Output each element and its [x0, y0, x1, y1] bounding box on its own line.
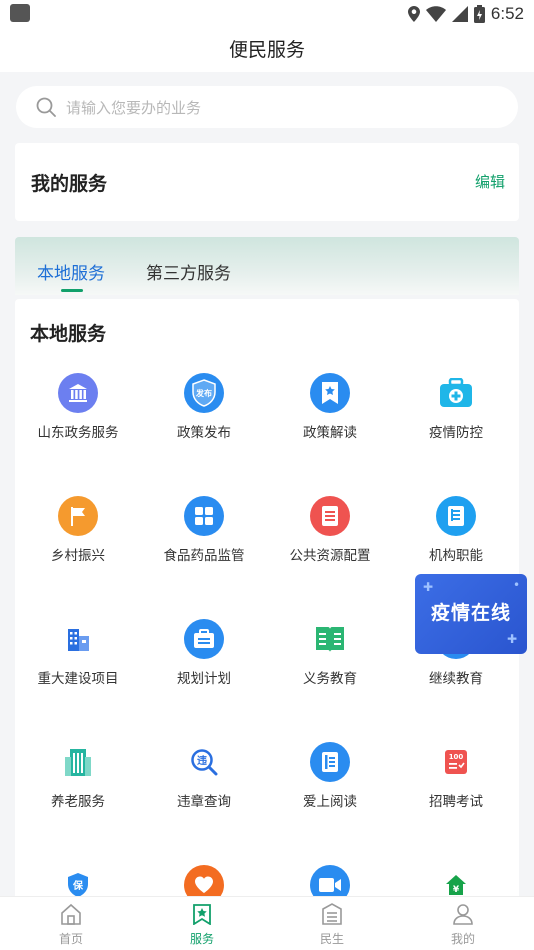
search-section: 请输入您要办的业务 — [0, 72, 534, 132]
briefcase-icon — [184, 619, 224, 659]
service-label: 招聘考试 — [429, 794, 483, 810]
status-bar: 6:52 — [0, 0, 534, 28]
government-building-icon — [58, 373, 98, 413]
service-item[interactable]: 政策解读 — [267, 373, 393, 473]
service-label: 机构职能 — [429, 548, 483, 564]
service-label: 继续教育 — [429, 671, 483, 687]
bottom-nav: 首页 服务 民生 我的 — [0, 896, 534, 950]
service-star-icon — [193, 904, 211, 926]
banner-text: 疫情在线 — [430, 602, 511, 624]
service-item[interactable]: 公共资源配置 — [267, 496, 393, 596]
service-item[interactable]: 违 违章查询 — [141, 742, 267, 842]
status-time: 6:52 — [490, 4, 524, 23]
policy-release-icon: 发布 — [184, 373, 224, 413]
exam-paper-icon: 100 — [436, 742, 476, 782]
service-label: 义务教育 — [303, 671, 357, 687]
flag-icon — [58, 496, 98, 536]
service-label: 食品药品监管 — [163, 548, 245, 564]
service-item[interactable]: 100 招聘考试 — [393, 742, 519, 842]
service-item[interactable]: 规划计划 — [141, 619, 267, 719]
svg-text:违: 违 — [197, 754, 207, 767]
nav-livelihood-label: 民生 — [319, 932, 344, 946]
active-tab-indicator — [61, 289, 83, 292]
service-label: 疫情防控 — [429, 425, 483, 441]
local-services-title: 本地服务 — [30, 323, 107, 345]
person-icon — [453, 904, 473, 925]
service-label: 政策发布 — [177, 425, 231, 441]
tab-third-party-services[interactable]: 第三方服务 — [146, 259, 231, 284]
service-item[interactable]: 乡村振兴 — [15, 496, 141, 596]
bookmark-star-icon — [310, 373, 350, 413]
service-item[interactable]: 爱上阅读 — [267, 742, 393, 842]
buildings-icon — [58, 619, 98, 659]
book-icon — [436, 496, 476, 536]
nav-mine-label: 我的 — [450, 932, 475, 946]
nav-home-label: 首页 — [58, 932, 83, 946]
service-label: 重大建设项目 — [37, 671, 119, 687]
tab-local-services[interactable]: 本地服务 — [37, 259, 105, 284]
service-label: 公共资源配置 — [289, 548, 371, 564]
open-book-icon — [310, 619, 350, 659]
edit-button[interactable]: 编辑 — [475, 171, 505, 192]
service-label: 政策解读 — [303, 425, 357, 441]
notification-icon — [10, 4, 30, 22]
service-label: 乡村振兴 — [51, 548, 105, 564]
svg-text:保: 保 — [72, 879, 84, 892]
service-label: 养老服务 — [51, 794, 105, 810]
service-label: 规划计划 — [177, 671, 231, 687]
service-label: 爱上阅读 — [303, 794, 357, 810]
my-services-title: 我的服务 — [31, 173, 108, 195]
service-tabs: 本地服务 第三方服务 — [15, 237, 519, 295]
signal-icon — [451, 6, 468, 22]
nav-livelihood[interactable]: 民生 — [292, 903, 372, 947]
service-item[interactable]: 发布 政策发布 — [141, 373, 267, 473]
battery-icon — [473, 5, 485, 23]
medical-kit-icon — [436, 373, 476, 413]
home-icon — [61, 903, 81, 925]
livelihood-icon — [322, 903, 342, 925]
search-icon — [36, 97, 56, 117]
svg-text:发布: 发布 — [195, 388, 212, 398]
service-item[interactable]: 食品药品监管 — [141, 496, 267, 596]
page-title: 便民服务 — [228, 39, 305, 61]
location-icon — [407, 6, 420, 22]
search-input[interactable]: 请输入您要办的业务 — [16, 86, 518, 128]
service-item[interactable]: 重大建设项目 — [15, 619, 141, 719]
nav-services[interactable]: 服务 — [162, 903, 242, 947]
reading-icon — [310, 742, 350, 782]
svg-text:100: 100 — [449, 753, 464, 761]
service-item[interactable]: 义务教育 — [267, 619, 393, 719]
svg-text:¥: ¥ — [453, 885, 460, 895]
apartment-icon — [58, 742, 98, 782]
service-item[interactable]: 山东政务服务 — [15, 373, 141, 473]
service-item[interactable]: 养老服务 — [15, 742, 141, 842]
grid-icon — [184, 496, 224, 536]
search-placeholder: 请输入您要办的业务 — [66, 98, 202, 117]
wifi-icon — [425, 6, 446, 22]
epidemic-online-banner[interactable]: ✚ ✚ • 疫情在线 — [415, 574, 527, 654]
service-label: 违章查询 — [177, 794, 231, 810]
service-label: 山东政务服务 — [37, 425, 119, 441]
status-indicators: 6:52 — [407, 3, 524, 25]
nav-home[interactable]: 首页 — [31, 903, 111, 947]
nav-mine[interactable]: 我的 — [423, 903, 503, 947]
service-item[interactable]: 疫情防控 — [393, 373, 519, 473]
my-services-card: 我的服务 编辑 — [15, 143, 519, 221]
document-list-icon — [310, 496, 350, 536]
violation-search-icon: 违 — [184, 742, 224, 782]
title-bar: 便民服务 — [0, 28, 534, 72]
nav-services-label: 服务 — [189, 932, 214, 946]
